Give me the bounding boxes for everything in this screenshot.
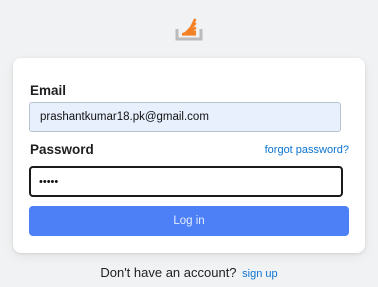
email-label: Email xyxy=(30,83,67,98)
login-card: Email Password forgot password? Log in xyxy=(13,58,365,253)
password-label: Password xyxy=(30,142,94,157)
signup-row: Don't have an account? sign up xyxy=(0,265,378,280)
stack-overflow-logo-icon xyxy=(175,18,203,41)
login-button[interactable]: Log in xyxy=(29,206,349,236)
signup-link[interactable]: sign up xyxy=(242,268,277,280)
password-field[interactable] xyxy=(29,166,343,197)
forgot-password-link[interactable]: forgot password? xyxy=(265,144,349,156)
signup-prompt: Don't have an account? xyxy=(100,265,237,280)
email-field[interactable] xyxy=(29,102,341,132)
